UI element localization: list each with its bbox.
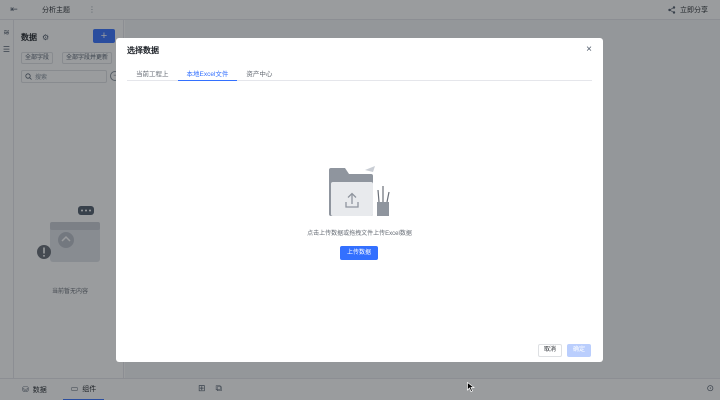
- upload-hint: 点击上传数据或拖拽文件上传Excel数据: [307, 231, 412, 237]
- cancel-button[interactable]: 取消: [538, 344, 562, 357]
- upload-folder-illustration[interactable]: [327, 166, 393, 222]
- mouse-cursor: [467, 382, 475, 392]
- dialog-title: 选择数据: [127, 46, 159, 55]
- close-icon[interactable]: ×: [586, 44, 592, 55]
- select-data-dialog: 选择数据 × 当前工程上 本地Excel文件 资产中心 点击上传数据或拖拽文件上…: [116, 38, 603, 362]
- tab-current-project[interactable]: 当前工程上: [127, 65, 178, 81]
- confirm-button[interactable]: 确定: [567, 344, 591, 357]
- dialog-tabs: 当前工程上 本地Excel文件 资产中心: [127, 65, 592, 81]
- tab-local-excel[interactable]: 本地Excel文件: [177, 65, 238, 81]
- upload-data-button[interactable]: 上传数据: [340, 246, 378, 260]
- tab-asset-center[interactable]: 资产中心: [237, 65, 281, 81]
